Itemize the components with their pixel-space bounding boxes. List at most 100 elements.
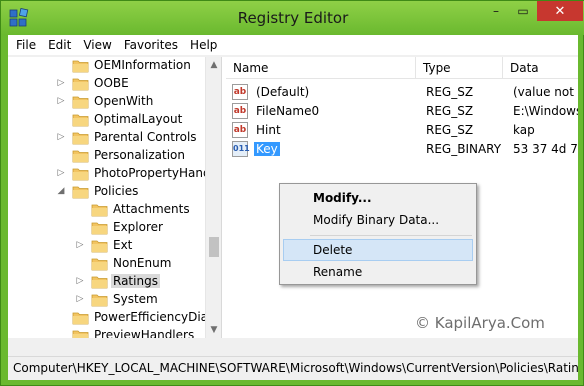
expand-arrow-icon[interactable]: ▷: [56, 96, 66, 106]
column-name[interactable]: Name: [226, 57, 416, 79]
folder-icon: [91, 294, 108, 307]
folder-icon: [91, 204, 108, 217]
value-row[interactable]: ab FileName0 REG_SZ E:\Windows\: [226, 102, 578, 121]
tree-item-label: Explorer: [113, 220, 163, 234]
status-bar-path: Computer\HKEY_LOCAL_MACHINE\SOFTWARE\Mic…: [8, 356, 578, 380]
expand-arrow-icon[interactable]: ▷: [75, 240, 85, 250]
menu-bar: File Edit View Favorites Help: [8, 35, 578, 55]
tree-item[interactable]: ▷ Ext: [8, 237, 205, 255]
folder-icon: [72, 150, 89, 163]
tree-item-label: Policies: [94, 184, 139, 198]
maximize-button[interactable]: ▭: [510, 1, 536, 21]
tree-item[interactable]: OptimalLayout: [8, 111, 205, 129]
menu-favorites[interactable]: Favorites: [118, 35, 184, 55]
context-modify-binary[interactable]: Modify Binary Data...: [283, 209, 473, 231]
value-name: (Default): [256, 85, 310, 99]
horizontal-scrollbar[interactable]: [8, 338, 578, 356]
menu-file[interactable]: File: [8, 35, 42, 55]
expand-arrow-icon[interactable]: ▷: [56, 168, 66, 178]
string-value-icon: ab: [232, 122, 248, 138]
minimize-button[interactable]: –: [483, 1, 509, 21]
tree-item[interactable]: ◢ Policies: [8, 183, 205, 201]
tree-item[interactable]: ▷ Ratings: [8, 273, 205, 291]
value-row[interactable]: ab Hint REG_SZ kap: [226, 121, 578, 140]
tree-item[interactable]: Explorer: [8, 219, 205, 237]
expand-arrow-icon[interactable]: ▷: [56, 132, 66, 142]
folder-icon: [91, 258, 108, 271]
tree-item[interactable]: ▷ OpenWith: [8, 93, 205, 111]
column-data[interactable]: Data: [503, 57, 578, 79]
list-header: Name Type Data: [226, 57, 578, 79]
context-delete[interactable]: Delete: [283, 239, 473, 261]
tree-item[interactable]: ▷ OOBE: [8, 75, 205, 93]
value-name: Key: [254, 142, 280, 156]
value-type: REG_SZ: [426, 123, 474, 137]
value-name: FileName0: [256, 104, 320, 118]
value-data: kap: [513, 123, 535, 137]
registry-editor-window: Registry Editor – ▭ ✕ File Edit View Fav…: [0, 0, 584, 386]
collapse-arrow-icon[interactable]: ◢: [56, 186, 66, 196]
tree-item[interactable]: Attachments: [8, 201, 205, 219]
title-bar[interactable]: Registry Editor – ▭ ✕: [1, 1, 584, 35]
folder-icon: [72, 186, 89, 199]
menu-edit[interactable]: Edit: [42, 35, 77, 55]
tree-item-label: OOBE: [94, 76, 129, 90]
column-type[interactable]: Type: [416, 57, 503, 79]
tree-item[interactable]: PreviewHandlers: [8, 327, 205, 338]
tree-item[interactable]: PowerEfficiencyDiagnostics: [8, 309, 221, 327]
folder-icon: [72, 78, 89, 91]
tree-item[interactable]: ▷ PhotoPropertyHandler: [8, 165, 221, 183]
tree-item-label: NonEnum: [113, 256, 172, 270]
tree-item-label: Ext: [113, 238, 133, 252]
expand-arrow-icon[interactable]: ▷: [56, 78, 66, 88]
value-name: Hint: [256, 123, 281, 137]
tree-item-label: PreviewHandlers: [94, 328, 195, 338]
key-tree-pane[interactable]: PreviewHandlers PowerEfficiencyDiagnostic…: [8, 57, 222, 338]
expand-arrow-icon[interactable]: ▷: [75, 294, 85, 304]
scroll-down-arrow-icon[interactable]: ▼: [206, 322, 221, 338]
tree-item[interactable]: Personalization: [8, 147, 205, 165]
value-row[interactable]: ab (Default) REG_SZ (value not set): [226, 83, 578, 102]
tree-item-label: PhotoPropertyHandler: [94, 166, 222, 180]
value-row[interactable]: 011 Key REG_BINARY 53 37 4d 7d 7: [226, 140, 578, 159]
binary-value-icon: 011: [232, 141, 250, 157]
tree-item-label: PowerEfficiencyDiagnostics: [94, 310, 221, 324]
folder-icon: [72, 114, 89, 127]
folder-icon: [91, 222, 108, 235]
expand-arrow-icon[interactable]: ▷: [75, 276, 85, 286]
tree-item-label: OpenWith: [94, 94, 154, 108]
string-value-icon: ab: [232, 84, 248, 100]
folder-icon: [72, 96, 89, 109]
tree-item-label: Personalization: [94, 148, 185, 162]
tree-item[interactable]: ▷ System: [8, 291, 205, 309]
value-type: REG_BINARY: [426, 142, 502, 156]
tree-item-label: Ratings: [111, 274, 160, 288]
close-button[interactable]: ✕: [537, 1, 583, 21]
value-data: 53 37 4d 7d 7: [513, 142, 578, 156]
tree-item-label: OptimalLayout: [94, 112, 183, 126]
context-rename[interactable]: Rename: [283, 261, 473, 283]
tree-vertical-scrollbar[interactable]: ▲ ▼: [205, 57, 221, 338]
scroll-up-arrow-icon[interactable]: ▲: [206, 57, 221, 73]
menu-help[interactable]: Help: [184, 35, 223, 55]
folder-icon: [72, 330, 89, 338]
menu-view[interactable]: View: [77, 35, 117, 55]
tree-item-label: System: [113, 292, 158, 306]
tree-item[interactable]: ▷ Parental Controls: [8, 129, 205, 147]
context-modify[interactable]: Modify...: [283, 187, 473, 209]
value-type: REG_SZ: [426, 104, 474, 118]
scroll-thumb[interactable]: [209, 237, 219, 257]
folder-icon: [91, 240, 108, 253]
tree-item[interactable]: OEMInformation: [8, 57, 205, 75]
value-data: (value not set): [513, 85, 578, 99]
watermark: © KapilArya.Com: [415, 314, 545, 332]
tree-item-label: Parental Controls: [94, 130, 197, 144]
tree-item-label: OEMInformation: [94, 58, 191, 72]
context-menu: Modify... Modify Binary Data... Delete R…: [279, 183, 477, 285]
tree-item[interactable]: NonEnum: [8, 255, 205, 273]
folder-icon: [91, 276, 108, 289]
context-separator: [310, 235, 472, 236]
tree-item-label: Attachments: [113, 202, 190, 216]
folder-icon: [72, 312, 89, 325]
folder-icon: [72, 60, 89, 73]
